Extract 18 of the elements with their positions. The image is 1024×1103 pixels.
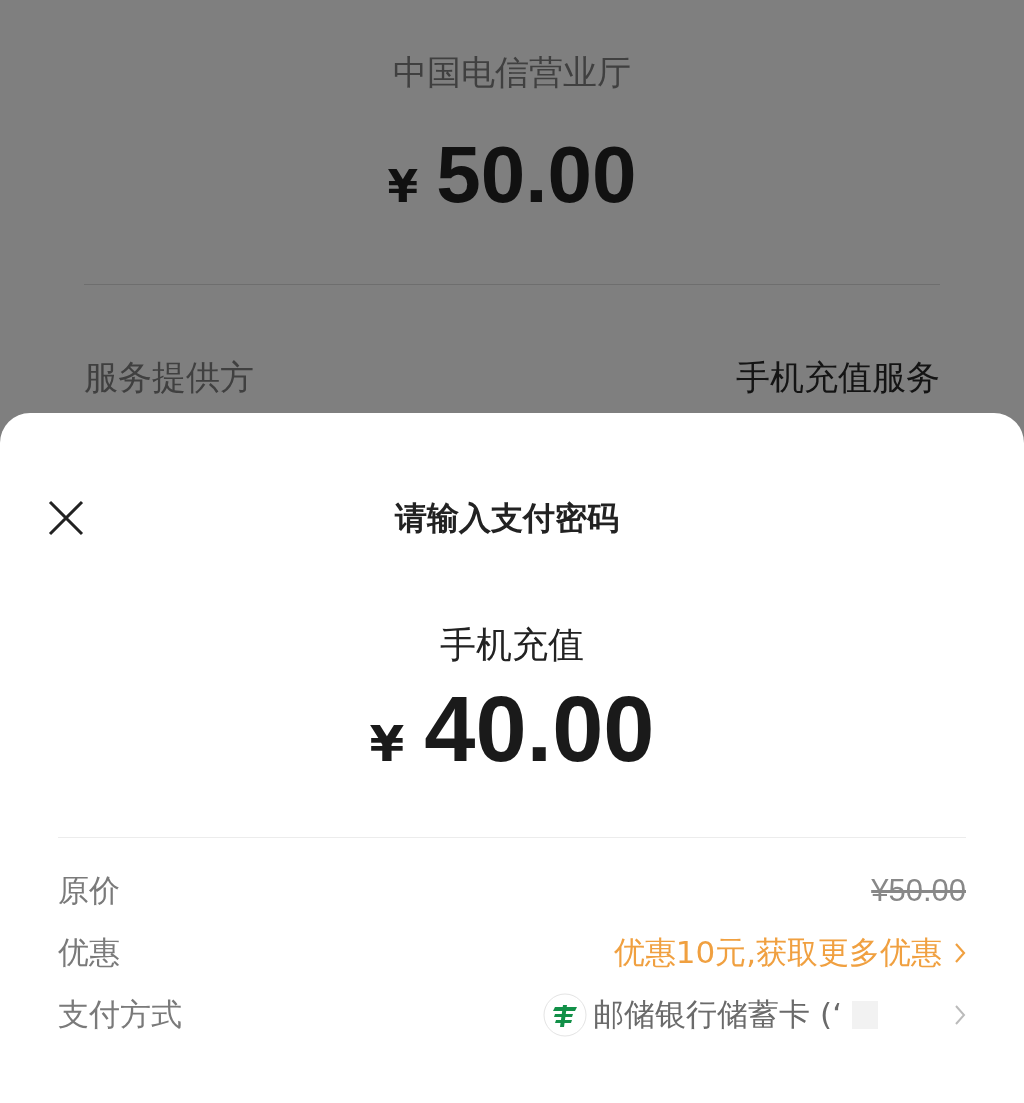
amount: 40.00 — [424, 679, 655, 779]
payment-method[interactable]: 邮储银行储蓄卡 (‘ — [593, 994, 842, 1036]
detail-label: 优惠 — [58, 933, 120, 972]
detail-label: 支付方式 — [58, 995, 182, 1034]
close-icon — [48, 500, 84, 536]
row-label: 服务提供方 — [84, 356, 254, 399]
row-value: 手机充值服务 — [736, 356, 940, 399]
chevron-icon — [954, 942, 966, 964]
bank-logo-icon — [543, 993, 588, 1037]
detail-label: 原价 — [58, 871, 120, 910]
close-button[interactable] — [48, 500, 84, 536]
currency-symbol: ¥ — [387, 161, 419, 212]
currency-symbol: ¥ — [369, 715, 405, 773]
sheet-title: 请输入支付密码 — [395, 498, 619, 539]
item-name: 手机充值 — [439, 623, 585, 667]
merchant-name: 中国电信营业厅 — [392, 51, 632, 94]
original-price: ¥50.00 — [871, 873, 966, 909]
amount: 50.00 — [436, 130, 637, 220]
